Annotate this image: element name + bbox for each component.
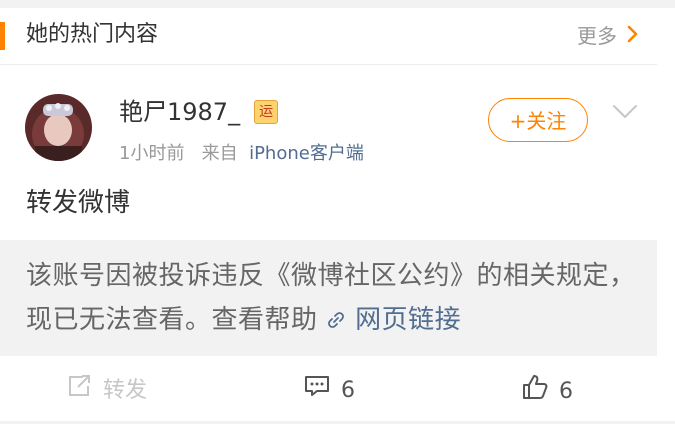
username-text: 艳尸1987_ — [119, 98, 241, 126]
post-meta: 1小时前 来自 iPhone客户端 — [119, 141, 364, 167]
follow-button[interactable]: +关注 — [488, 98, 588, 142]
more-link[interactable]: 更多 — [577, 22, 639, 50]
post-from-label: 来自 — [201, 143, 238, 164]
web-link-label: 网页链接 — [355, 305, 462, 335]
post-time: 1小时前 — [119, 143, 185, 164]
chevron-right-icon — [627, 22, 639, 50]
post-text: 转发微博 — [26, 188, 131, 218]
like-count: 6 — [559, 378, 573, 404]
thumbs-up-icon — [521, 374, 559, 409]
post-username[interactable]: 艳尸1987_ 运 — [119, 95, 279, 129]
member-badge-icon: 运 — [254, 100, 279, 124]
avatar[interactable] — [25, 94, 92, 161]
comment-button[interactable]: 6 — [303, 374, 355, 407]
action-bar: 转发 6 6 — [0, 356, 657, 422]
like-button[interactable]: 6 — [521, 374, 573, 409]
post-source[interactable]: iPhone客户端 — [249, 143, 364, 164]
repost-button[interactable]: 转发 — [67, 374, 147, 407]
link-icon — [326, 305, 355, 335]
retweet-notice: 该账号因被投诉违反《微博社区公约》的相关规定，现已无法查看。查看帮助 网页链接 — [26, 254, 636, 342]
repost-label: 转发 — [103, 377, 148, 403]
section-accent-bar — [0, 22, 5, 50]
section-title: 她的热门内容 — [26, 22, 159, 47]
more-label: 更多 — [577, 24, 617, 48]
comment-count: 6 — [341, 377, 355, 403]
chevron-down-icon[interactable] — [612, 104, 638, 124]
section-header: 她的热门内容 更多 — [0, 8, 657, 65]
repost-icon — [67, 374, 103, 407]
help-link[interactable]: 查看帮助 — [212, 305, 318, 335]
comment-icon — [303, 374, 341, 407]
top-divider — [0, 0, 675, 8]
retweet-box: 该账号因被投诉违反《微博社区公约》的相关规定，现已无法查看。查看帮助 网页链接 — [0, 240, 657, 356]
web-link[interactable]: 网页链接 — [326, 305, 461, 335]
